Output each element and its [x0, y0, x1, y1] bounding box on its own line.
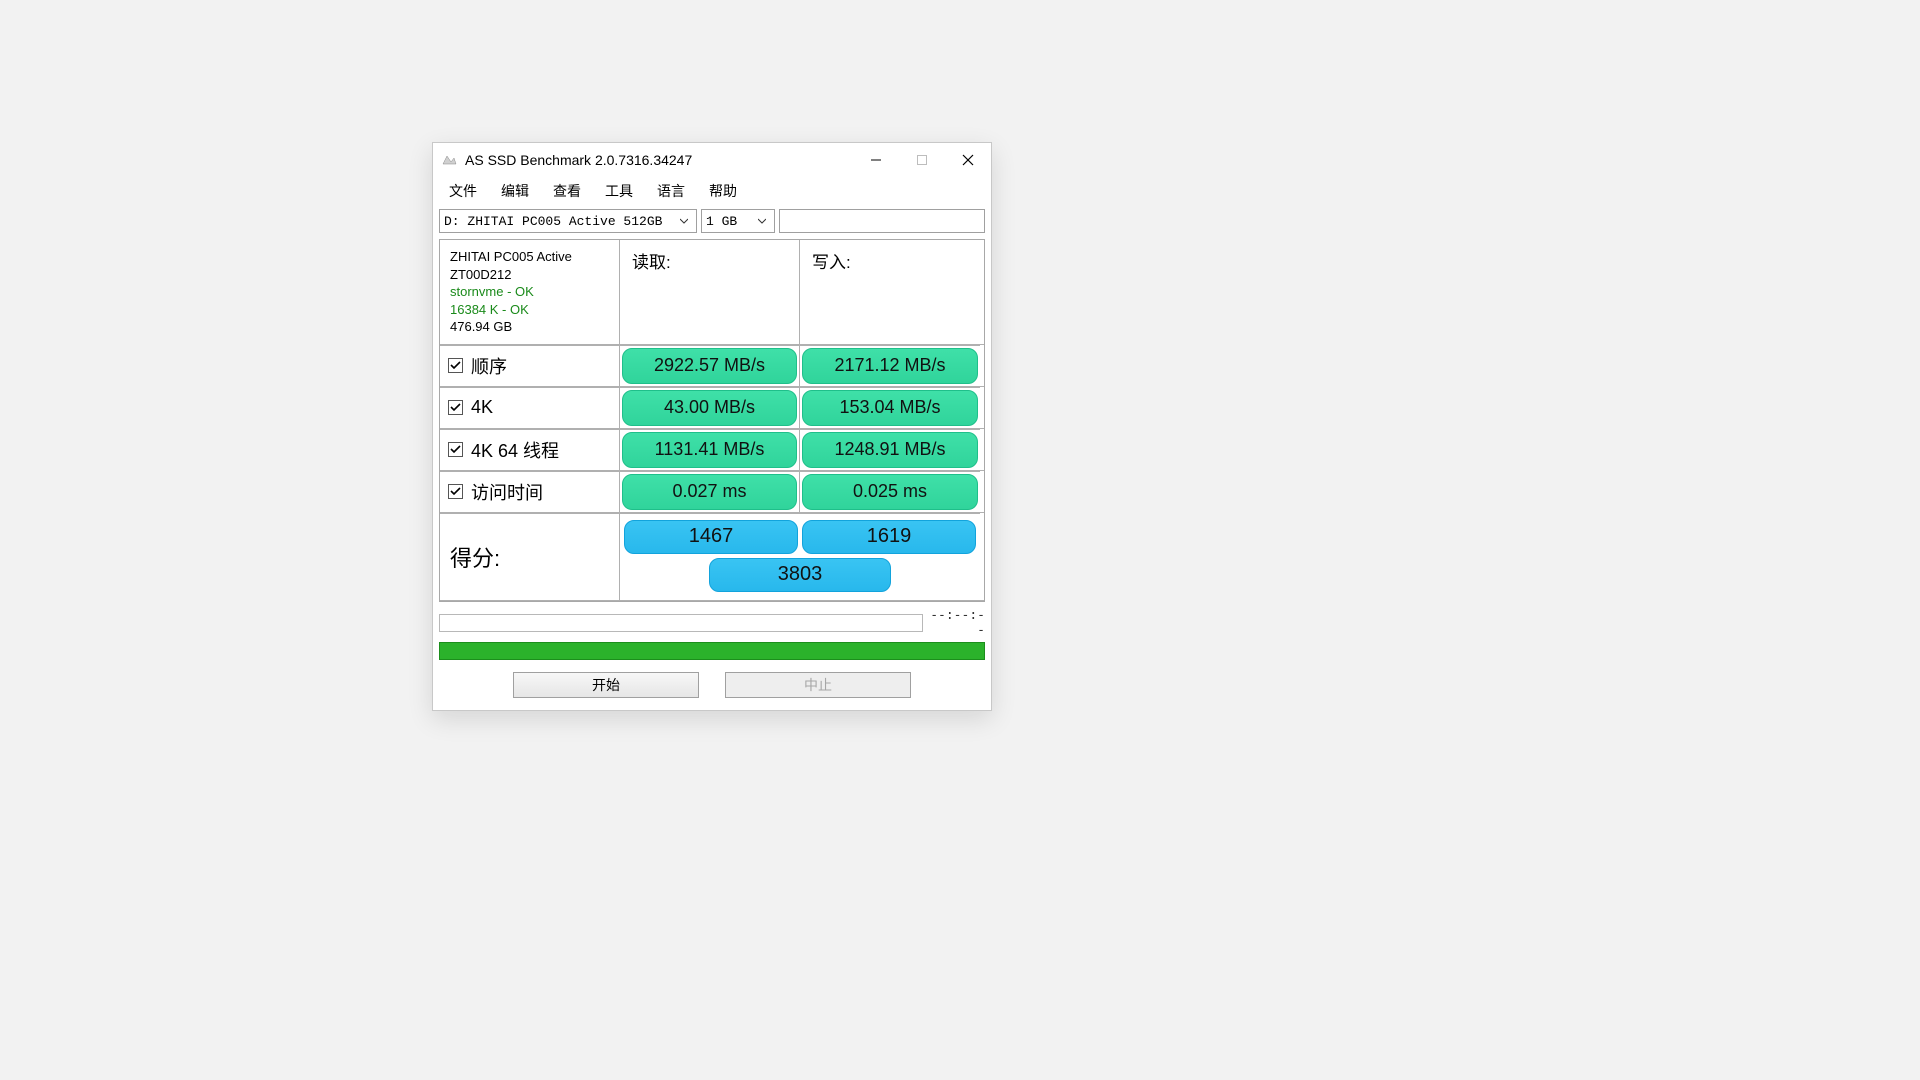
device-model: ZT00D212: [450, 266, 572, 284]
access-read: 0.027 ms: [622, 474, 797, 510]
row-score: 得分: 1467 1619 3803: [440, 513, 984, 601]
checkbox-seq[interactable]: [448, 358, 463, 373]
menubar: 文件 编辑 查看 工具 语言 帮助: [433, 177, 991, 207]
row-4k-label: 4K: [471, 397, 493, 418]
minimize-button[interactable]: [853, 143, 899, 177]
checkbox-4k[interactable]: [448, 400, 463, 415]
menu-tools[interactable]: 工具: [593, 179, 645, 203]
score-block: 1467 1619 3803: [620, 513, 980, 600]
row-4k: 4K 43.00 MB/s 153.04 MB/s: [440, 387, 984, 429]
maximize-button[interactable]: [899, 143, 945, 177]
menu-lang[interactable]: 语言: [645, 179, 697, 203]
4k64-write: 1248.91 MB/s: [802, 432, 978, 468]
score-label: 得分:: [440, 513, 620, 600]
button-row: 开始 中止: [433, 668, 991, 710]
titlebar: AS SSD Benchmark 2.0.7316.34247: [433, 143, 991, 177]
drive-select[interactable]: D: ZHITAI PC005 Active 512GB: [439, 209, 697, 233]
size-select[interactable]: 1 GB: [701, 209, 775, 233]
row-4k64: 4K 64 线程 1131.41 MB/s 1248.91 MB/s: [440, 429, 984, 471]
score-write: 1619: [802, 520, 976, 554]
menu-edit[interactable]: 编辑: [489, 179, 541, 203]
close-button[interactable]: [945, 143, 991, 177]
row-4k64-label: 4K 64 线程: [471, 437, 559, 463]
elapsed-time: --:--:--: [929, 608, 985, 638]
row-seq: 顺序 2922.57 MB/s 2171.12 MB/s: [440, 345, 984, 387]
device-capacity: 476.94 GB: [450, 318, 572, 336]
chevron-down-icon: [676, 211, 692, 231]
device-align: 16384 K - OK: [450, 301, 572, 319]
selector-row: D: ZHITAI PC005 Active 512GB 1 GB: [433, 207, 991, 239]
chevron-down-icon: [754, 211, 770, 231]
checkbox-4k64[interactable]: [448, 442, 463, 457]
row-seq-label: 顺序: [471, 353, 507, 379]
results-panel: ZHITAI PC005 Active ZT00D212 stornvme - …: [439, 239, 985, 602]
header-row: ZHITAI PC005 Active ZT00D212 stornvme - …: [440, 240, 984, 345]
4k64-read: 1131.41 MB/s: [622, 432, 797, 468]
device-info: ZHITAI PC005 Active ZT00D212 stornvme - …: [440, 240, 620, 344]
row-seq-label-cell: 顺序: [440, 345, 620, 386]
start-button[interactable]: 开始: [513, 672, 699, 698]
4k-read: 43.00 MB/s: [622, 390, 797, 426]
stop-button[interactable]: 中止: [725, 672, 911, 698]
row-access: 访问时间 0.027 ms 0.025 ms: [440, 471, 984, 513]
menu-help[interactable]: 帮助: [697, 179, 749, 203]
device-name: ZHITAI PC005 Active: [450, 248, 572, 266]
score-total: 3803: [709, 558, 891, 592]
seq-write: 2171.12 MB/s: [802, 348, 978, 384]
col-header-write: 写入:: [800, 240, 980, 344]
drive-select-value: D: ZHITAI PC005 Active 512GB: [444, 214, 672, 229]
row-access-label: 访问时间: [471, 479, 543, 505]
access-write: 0.025 ms: [802, 474, 978, 510]
size-select-value: 1 GB: [706, 214, 750, 229]
col-header-read: 读取:: [620, 240, 800, 344]
progress-bar-1: [439, 614, 923, 632]
device-driver: stornvme - OK: [450, 283, 572, 301]
progress-bar-2: [439, 642, 985, 660]
status-row: --:--:--: [433, 602, 991, 640]
menu-file[interactable]: 文件: [437, 179, 489, 203]
path-input[interactable]: [779, 209, 985, 233]
seq-read: 2922.57 MB/s: [622, 348, 797, 384]
app-window: AS SSD Benchmark 2.0.7316.34247 文件 编辑 查看…: [432, 142, 992, 711]
app-icon: [441, 152, 457, 168]
4k-write: 153.04 MB/s: [802, 390, 978, 426]
checkbox-access[interactable]: [448, 484, 463, 499]
score-read: 1467: [624, 520, 798, 554]
menu-view[interactable]: 查看: [541, 179, 593, 203]
window-title: AS SSD Benchmark 2.0.7316.34247: [465, 152, 692, 168]
